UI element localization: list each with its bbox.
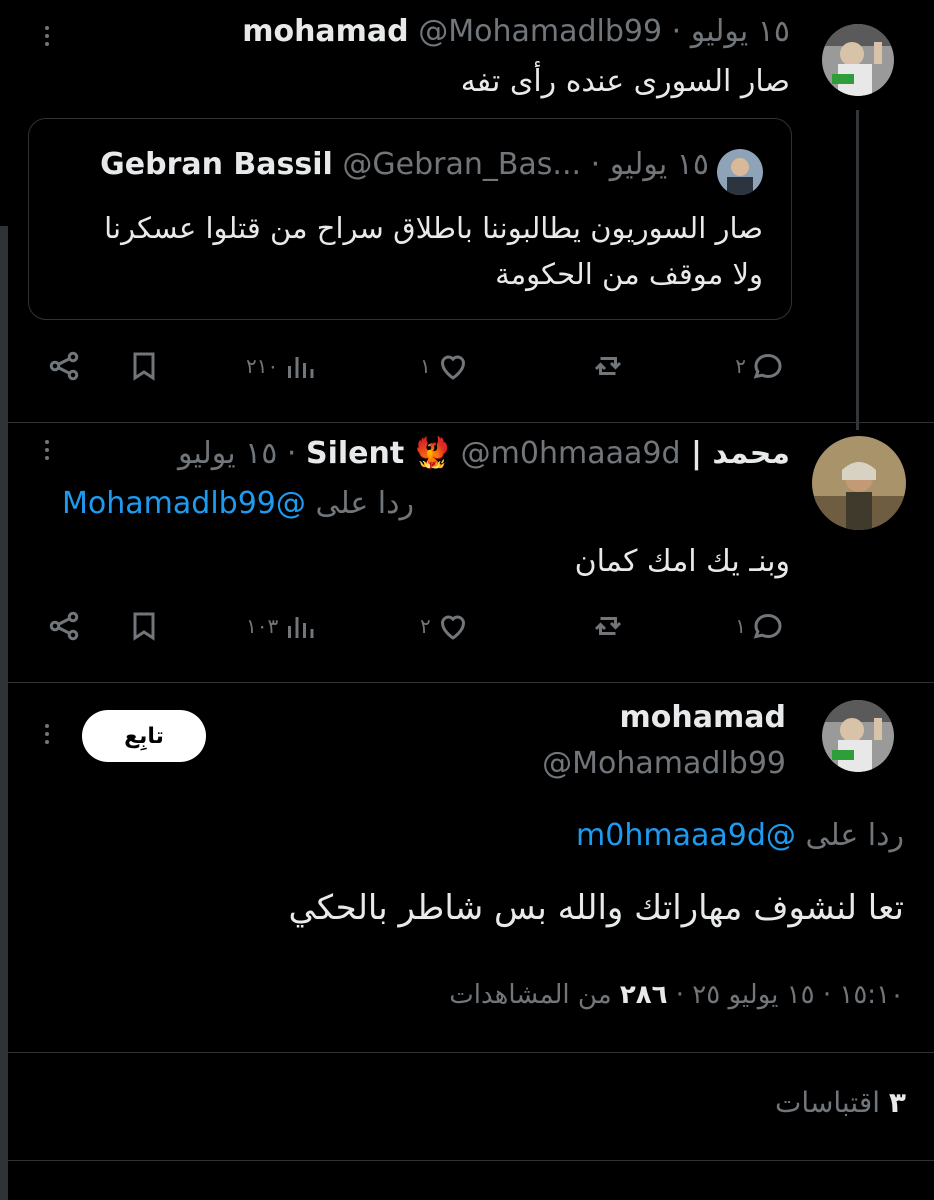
quotes-count: ٣ [888,1086,906,1119]
share-icon [49,351,79,381]
more-options-icon[interactable] [35,440,59,460]
author-handle[interactable]: @Mohamadlb99 [418,14,662,49]
views-button[interactable]: ٢١٠ [246,348,318,384]
like-count: ١ [420,354,431,378]
share-icon [49,611,79,641]
bookmark-button[interactable] [126,608,162,644]
bookmark-icon [133,352,155,381]
bookmark-button[interactable] [126,348,162,384]
divider [0,1160,934,1161]
author-handle[interactable]: @Mohamadlb99 [542,746,786,781]
dot-separator: · [822,980,832,1010]
follow-button[interactable]: تابِع [82,710,206,762]
reply-button[interactable]: ١ [735,608,786,644]
replying-to-label: ردا على [805,818,904,853]
heart-icon [440,615,465,640]
views-label: من المشاهدات [449,980,612,1010]
divider [0,682,934,683]
retweet-button[interactable] [590,608,626,644]
reply-to-handle[interactable]: @m0hmaaa9d [576,818,796,853]
views-count: ٢١٠ [246,354,279,378]
share-button[interactable] [46,608,82,644]
analytics-icon [288,617,314,638]
reply-count: ٢ [735,354,746,378]
quoted-avatar [717,149,763,195]
like-button[interactable]: ٢ [420,608,471,644]
tweet-time[interactable]: ١٥:١٠ [839,980,904,1010]
views-count: ٢٨٦ [619,980,668,1010]
author-name[interactable]: mohamad [242,14,408,49]
quotes-link[interactable]: ٣ اقتباسات [775,1086,906,1119]
views-button[interactable]: ١٠٣ [246,608,318,644]
like-count: ٢ [420,614,431,638]
share-button[interactable] [46,348,82,384]
author-handle[interactable]: @m0hmaaa9d [461,436,681,471]
avatar[interactable] [822,700,894,772]
retweet-icon [594,617,622,635]
reply-icon [753,353,782,379]
dot-separator: · [286,436,297,471]
reply-button[interactable]: ٢ [735,348,786,384]
phoenix-emoji: 🐦‍🔥 [413,436,452,471]
analytics-icon [288,357,314,378]
thread-line [856,110,859,430]
heart-icon [440,355,465,380]
tweet-text: تعا لنشوف مهاراتك والله بس شاطر بالحكي [288,888,905,928]
tweet-text: وبنـ يك امك كمان [574,544,790,579]
tweet-text: صار السورى عنده رأى تفه [460,64,790,99]
quoted-text-line-1: صار السوريون يطالبوننا باطلاق سراح من قت… [104,211,763,245]
tweet-date[interactable]: ١٥ يوليو [691,14,790,49]
reply-count: ١ [735,614,746,638]
divider [0,1052,934,1053]
dot-separator: · [675,980,685,1010]
reply-to-handle[interactable]: @Mohamadlb99 [62,486,306,521]
quotes-label: اقتباسات [775,1086,880,1119]
quoted-tweet[interactable]: Gebran Bassil @Gebran_Bas... · ١٥ يوليو … [28,118,792,320]
more-options-icon[interactable] [35,724,59,744]
dot-separator: · [590,147,601,182]
quoted-author-name: Gebran Bassil [100,147,333,182]
divider [0,422,934,423]
retweet-button[interactable] [590,348,626,384]
tweet-full-date[interactable]: ١٥ يوليو ٢٥ [692,980,814,1010]
retweet-icon [594,357,622,375]
more-options-icon[interactable] [35,26,59,46]
avatar[interactable] [812,436,906,530]
quoted-author-handle: @Gebran_Bas... [342,147,582,182]
scroll-indicator[interactable] [0,226,8,1200]
like-button[interactable]: ١ [420,348,471,384]
tweet-date[interactable]: ١٥ يوليو [178,436,277,471]
reply-icon [753,613,782,639]
bookmark-icon [133,612,155,641]
avatar[interactable] [822,24,894,96]
quoted-text-line-2: ولا موقف من الحكومة [495,257,763,291]
dot-separator: · [671,14,682,49]
replying-to-label: ردا على [315,486,414,521]
views-count: ١٠٣ [246,614,279,638]
quoted-date: ١٥ يوليو [609,147,709,182]
author-name[interactable]: mohamad [620,700,786,735]
